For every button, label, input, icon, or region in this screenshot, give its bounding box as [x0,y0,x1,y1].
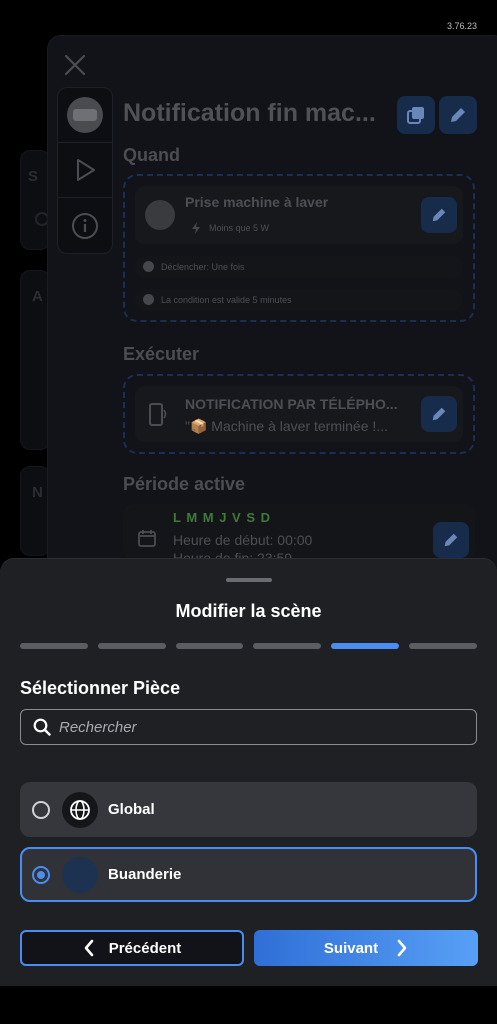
room-option-global[interactable]: Global [20,782,477,837]
radio-unselected[interactable] [32,800,50,819]
step-indicator-current [331,643,400,649]
trigger-mode-pill: Déclencher: Une fois [135,256,463,278]
play-icon [77,159,95,181]
next-button[interactable]: Suivant [254,930,478,966]
room-name: Buanderie [108,866,182,883]
scene-title: Notification fin mac... [123,99,376,127]
trigger-condition: Moins que 5 W [209,223,270,233]
chevron-right-icon [397,939,407,957]
trigger-box: Prise machine à laver Moins que 5 W Décl… [123,174,475,322]
scene-side-tabs [57,87,113,254]
sheet-drag-handle[interactable] [226,578,272,582]
active-days: L M M J V S D [173,510,271,525]
phone-icon [149,403,167,426]
step-progress [20,643,477,649]
room-name: Global [108,801,155,818]
search-icon [33,718,51,736]
bg-letter: N [32,484,43,501]
active-period-heading: Période active [123,474,246,494]
close-icon[interactable] [60,50,90,80]
step-indicator [175,643,244,649]
version-label: 3.76.23 [446,21,477,31]
copy-icon [407,107,424,124]
bg-card [20,466,50,556]
pencil-icon [432,407,446,421]
previous-label: Précédent [108,939,182,957]
tab-run[interactable] [58,143,112,198]
globe-icon [62,791,98,828]
lightning-icon [192,222,200,234]
start-time: Heure de début: 00:00 [173,532,313,548]
scene-thumbnail [67,97,103,133]
step-indicator [20,643,88,649]
action-box: NOTIFICATION PAR TÉLÉPHO... "📦 Machine à… [123,374,475,454]
trigger-mode: Déclencher: Une fois [161,262,245,272]
info-icon [72,212,98,239]
previous-button[interactable]: Précédent [20,930,244,966]
radio-selected[interactable] [32,865,50,884]
active-period-card[interactable]: L M M J V S D Heure de début: 00:00 Heur… [123,504,475,560]
trigger-name: Prise machine à laver [185,194,329,210]
chevron-left-icon [84,939,94,957]
pencil-icon [451,108,465,122]
trigger-duration-pill: La condition est valide 5 minutes [135,289,463,311]
edit-period-button[interactable] [433,522,469,558]
step-indicator [97,643,166,649]
action-card[interactable]: NOTIFICATION PAR TÉLÉPHO... "📦 Machine à… [135,386,463,442]
trigger-duration: La condition est valide 5 minutes [161,295,292,305]
room-option-buanderie[interactable]: Buanderie [20,847,477,902]
search-box[interactable] [20,709,477,745]
select-room-label: Sélectionner Pièce [20,678,181,698]
edit-action-button[interactable] [421,396,457,432]
tab-overview[interactable] [58,88,112,143]
execute-heading: Exécuter [123,344,200,364]
trigger-card[interactable]: Prise machine à laver Moins que 5 W [135,186,463,244]
bottom-safe-area [0,986,497,1024]
step-indicator [253,643,322,649]
pencil-icon [444,533,458,547]
when-heading: Quand [123,145,180,165]
room-avatar [62,856,98,893]
bg-letter: A [32,288,43,305]
sheet-title: Modifier la scène [175,601,322,621]
edit-scene-button[interactable] [439,96,477,134]
action-message: "📦 Machine à laver terminée !... [185,418,388,434]
edit-trigger-button[interactable] [421,197,457,233]
search-input[interactable] [59,718,439,736]
plug-icon [145,200,175,230]
step-indicator [409,643,477,649]
next-label: Suivant [323,939,379,957]
edit-scene-sheet: Modifier la scène Sélectionner Pièce Glo… [0,558,497,986]
bg-card [20,150,50,250]
tab-info[interactable] [58,198,112,253]
calendar-icon [138,530,156,547]
duplicate-button[interactable] [397,96,435,134]
bg-letter: S [28,168,39,185]
pencil-icon [432,208,446,222]
action-title: NOTIFICATION PAR TÉLÉPHO... [185,396,398,412]
